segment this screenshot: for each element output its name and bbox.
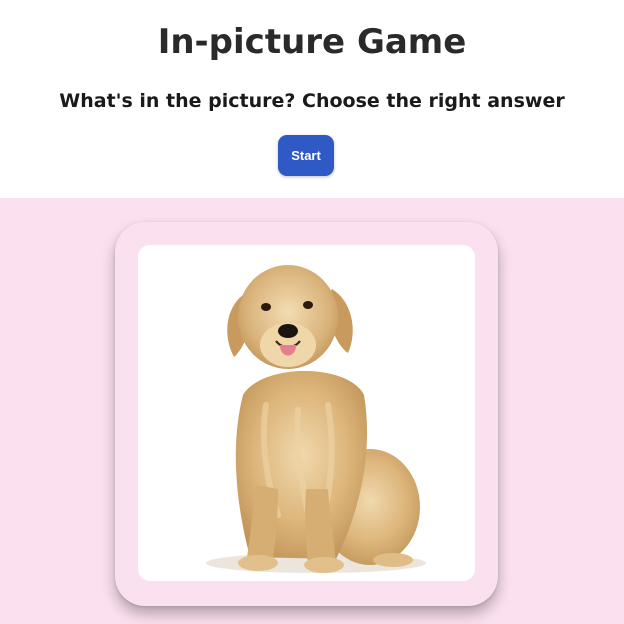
game-page: In-picture Game What's in the picture? C… bbox=[0, 0, 624, 624]
picture-card bbox=[115, 222, 498, 606]
game-header: In-picture Game What's in the picture? C… bbox=[0, 0, 624, 198]
dog-image bbox=[206, 265, 426, 573]
game-stage bbox=[0, 198, 624, 624]
game-instructions: What's in the picture? Choose the right … bbox=[59, 90, 565, 112]
quiz-picture bbox=[138, 245, 475, 581]
start-button[interactable]: Start bbox=[278, 135, 334, 176]
game-title: In-picture Game bbox=[157, 22, 467, 62]
